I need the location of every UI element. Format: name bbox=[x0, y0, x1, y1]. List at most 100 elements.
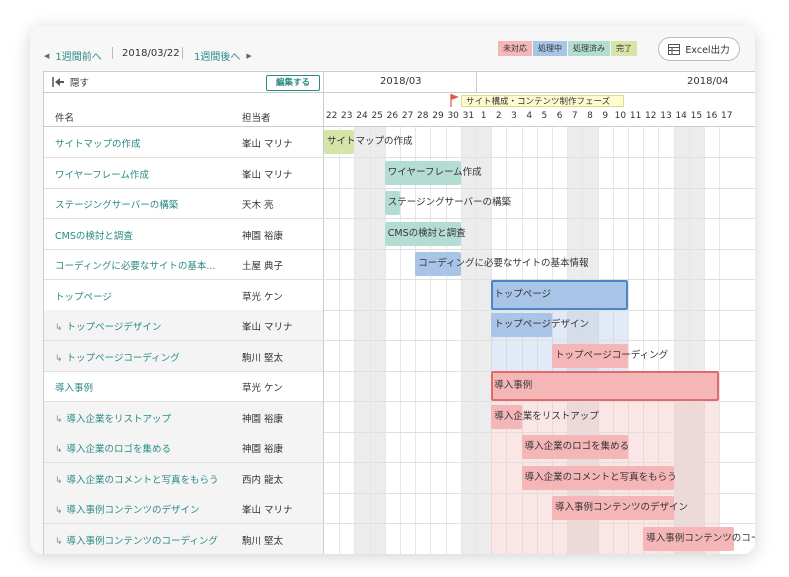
task-name-link[interactable]: コーディングに必要なサイトの基本... bbox=[55, 258, 215, 272]
task-cell: ↳ トップページデザイン 峯山 マリナ bbox=[44, 310, 324, 340]
day-label: 31 bbox=[462, 111, 475, 121]
task-name-link[interactable]: ステージングサーバーの構築 bbox=[55, 197, 178, 211]
task-cell: コーディングに必要なサイトの基本... 土屋 典子 bbox=[44, 249, 324, 279]
toolbar-separator bbox=[112, 47, 113, 59]
task-assignee: 峯山 マリナ bbox=[242, 505, 293, 516]
table-row: CMSの検討と調査 神園 裕康 CMSの検討と調査 bbox=[44, 218, 755, 250]
task-assignee: 土屋 典子 bbox=[242, 261, 284, 272]
task-assignee: 神園 裕康 bbox=[242, 230, 284, 242]
day-label: 22 bbox=[325, 111, 338, 121]
task-bar-label: 導入企業のコメントと写真をもらう bbox=[524, 471, 677, 483]
next-week-link[interactable]: 1週間後へ ▶ bbox=[194, 48, 252, 64]
task-cell: ↳ トップページコーディング 駒川 堅太 bbox=[44, 340, 324, 371]
task-name-link[interactable]: CMSの検討と調査 bbox=[55, 228, 133, 242]
task-name-link[interactable]: ↳ 導入事例コンテンツのコーディング bbox=[55, 533, 218, 547]
task-bar-label: 導入企業をリストアップ bbox=[494, 410, 599, 422]
task-bar-label: CMSの検討と調査 bbox=[387, 227, 466, 239]
day-label: 24 bbox=[356, 111, 368, 121]
day-label: 25 bbox=[371, 111, 383, 121]
task-name-text: 導入企業のロゴを集める bbox=[66, 444, 172, 455]
prev-week-link[interactable]: ◀ 1週間前へ bbox=[44, 48, 102, 64]
task-name-text: 導入事例コンテンツのコーディング bbox=[66, 535, 218, 547]
task-cell: CMSの検討と調査 神園 裕康 bbox=[44, 218, 324, 249]
task-assignee: 神園 裕康 bbox=[242, 413, 284, 425]
legend-item: 処理済み bbox=[568, 41, 610, 56]
task-assignee: 草光 ケン bbox=[242, 383, 283, 394]
hide-panel-button[interactable]: 隠す bbox=[52, 75, 89, 89]
day-label: 8 bbox=[587, 111, 593, 121]
task-assignee: 峯山 マリナ bbox=[242, 139, 293, 150]
prev-week-label: 1週間前へ bbox=[55, 52, 102, 63]
task-cell: ↳ 導入企業のコメントと写真をもらう 西内 龍太 bbox=[44, 462, 324, 493]
month-label-april: 2018/04 bbox=[687, 76, 729, 87]
month-label-march: 2018/03 bbox=[380, 76, 422, 87]
task-name-link[interactable]: トップページ bbox=[55, 289, 112, 303]
task-name-text: トップページコーディング bbox=[66, 352, 180, 364]
day-label: 9 bbox=[602, 111, 609, 121]
task-name-link[interactable]: ↳ 導入事例コンテンツのデザイン bbox=[55, 502, 200, 516]
task-assignee: 草光 ケン bbox=[242, 291, 283, 303]
task-cell: 導入事例 草光 ケン bbox=[44, 371, 324, 401]
task-bar-label: 導入事例 bbox=[494, 380, 533, 391]
task-name-link[interactable]: ワイヤーフレーム作成 bbox=[55, 167, 149, 181]
current-date: 2018/03/22 bbox=[122, 48, 180, 59]
month-row: 2018/03 2018/04 bbox=[324, 72, 755, 93]
task-bar-label: 導入事例コンテンツのコーディング bbox=[646, 532, 755, 544]
gantt-grid: 隠す 編集する 件名 担当者 2018/03 2018/04 サイト構成・コンテ… bbox=[43, 71, 755, 554]
day-label: 12 bbox=[645, 111, 657, 121]
edit-button[interactable]: 編集する bbox=[266, 75, 320, 91]
task-assignee: 駒川 堅太 bbox=[242, 352, 284, 364]
subtask-arrow-icon: ↳ bbox=[55, 445, 63, 455]
task-name-text: トップページ bbox=[55, 291, 112, 303]
excel-export-button[interactable]: Excel出力 bbox=[658, 37, 740, 61]
task-bar-label: 導入企業のロゴを集める bbox=[524, 441, 630, 452]
task-bar-label: サイトマップの作成 bbox=[327, 136, 413, 147]
task-name-text: ステージングサーバーの構築 bbox=[55, 200, 179, 211]
day-label: 11 bbox=[629, 111, 642, 121]
task-name-text: トップページデザイン bbox=[66, 322, 162, 333]
day-label: 2 bbox=[495, 111, 502, 121]
gantt-card: ◀ 1週間前へ 2018/03/22 1週間後へ ▶ 未対応 処理中 処理済み 完了 … bbox=[30, 26, 755, 554]
task-cell: サイトマップの作成 峯山 マリナ bbox=[44, 127, 324, 157]
table-row: ↳ 導入企業のコメントと写真をもらう 西内 龍太 導入企業のコメントと写真をもらう bbox=[44, 462, 755, 494]
task-name-link[interactable]: ↳ 導入企業のコメントと写真をもらう bbox=[55, 472, 219, 486]
day-label: 4 bbox=[526, 111, 533, 121]
task-name-link[interactable]: ↳ トップページコーディング bbox=[55, 350, 180, 364]
task-assignee: 西内 龍太 bbox=[242, 474, 284, 486]
day-label: 7 bbox=[571, 111, 578, 121]
hide-panel-label: 隠す bbox=[70, 78, 90, 89]
day-label: 1 bbox=[480, 111, 487, 121]
task-name-text: 導入事例 bbox=[55, 383, 94, 394]
task-cell: ↳ 導入企業をリストアップ 神園 裕康 bbox=[44, 401, 324, 432]
table-row: トップページ 草光 ケン トップページ bbox=[44, 279, 755, 311]
legend-item: 完了 bbox=[611, 41, 637, 56]
task-cell: ↳ 導入事例コンテンツのデザイン 峯山 マリナ bbox=[44, 493, 324, 523]
task-name-link[interactable]: ↳ 導入企業をリストアップ bbox=[55, 411, 171, 425]
table-row: ↳導入事例コンテンツのコーディング 駒川 堅太 導入事例コンテンツのコーディング bbox=[44, 523, 755, 554]
task-name-link[interactable]: ↳ 導入企業のロゴを集める bbox=[55, 441, 171, 455]
day-label: 28 bbox=[417, 111, 429, 121]
table-row: ↳ 導入企業のロゴを集める 神園 裕康 導入企業のロゴを集める bbox=[44, 432, 755, 463]
task-name-text: 導入企業のコメントと写真をもらう bbox=[66, 474, 219, 486]
task-bar-label: ワイヤーフレーム作成 bbox=[387, 166, 482, 178]
triangle-right-icon: ▶ bbox=[246, 51, 252, 60]
legend-item: 未対応 bbox=[498, 41, 532, 56]
table-row: ↳ トップページコーディング 駒川 堅太 トップページコーディング bbox=[44, 340, 755, 372]
task-assignee: 駒川 堅太 bbox=[242, 535, 284, 547]
task-bar-label: コーディングに必要なサイトの基本情報 bbox=[418, 258, 589, 269]
day-label: 5 bbox=[541, 111, 548, 121]
collapse-left-icon bbox=[52, 77, 64, 87]
table-row: 導入事例 草光 ケン 導入事例 bbox=[44, 371, 755, 402]
task-assignee: 峯山 マリナ bbox=[242, 169, 293, 181]
phase-label: サイト構成・コンテンツ制作フェーズ bbox=[461, 95, 624, 107]
subtask-arrow-icon: ↳ bbox=[55, 506, 63, 516]
task-name-link[interactable]: ↳ トップページデザイン bbox=[55, 319, 161, 333]
table-row: ↳ 導入事例コンテンツのデザイン 峯山 マリナ 導入事例コンテンツのデザイン bbox=[44, 493, 755, 524]
task-name-link[interactable]: サイトマップの作成 bbox=[55, 136, 141, 150]
timeline-header: 2018/03 2018/04 サイト構成・コンテンツ制作フェーズ 22 23 24… bbox=[324, 72, 755, 127]
task-name-text: コーディングに必要なサイトの基本... bbox=[55, 261, 216, 272]
task-name-link[interactable]: 導入事例 bbox=[55, 380, 93, 394]
task-cell: トップページ 草光 ケン bbox=[44, 279, 324, 310]
task-bar-label: ステージングサーバーの構築 bbox=[387, 197, 512, 208]
column-header-assignee: 担当者 bbox=[242, 113, 271, 124]
